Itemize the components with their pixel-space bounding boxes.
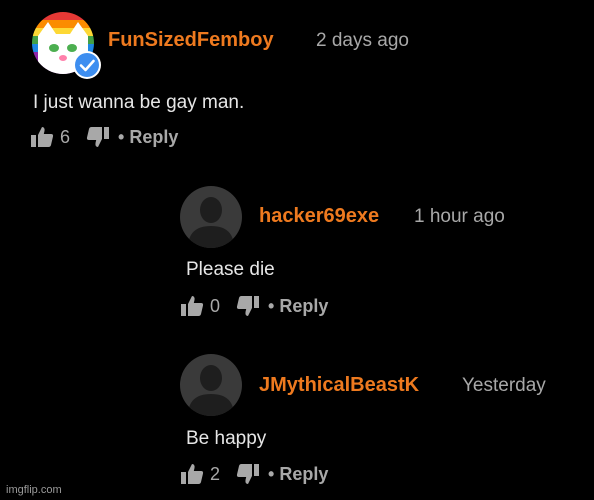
verified-check-icon	[73, 51, 101, 79]
user-avatar[interactable]	[180, 354, 242, 416]
thumbs-up-icon	[31, 127, 54, 147]
comment-actions: 2 • Reply	[180, 461, 328, 487]
reply-button[interactable]: • Reply	[118, 127, 178, 148]
dislike-button[interactable]	[86, 126, 110, 148]
default-user-avatar-icon	[180, 354, 242, 416]
thumbs-up-icon	[181, 296, 204, 316]
reply-button[interactable]: • Reply	[268, 296, 328, 317]
like-count: 0	[210, 295, 221, 316]
comment-actions: 0 • Reply	[180, 293, 328, 319]
comment-timestamp: 1 hour ago	[414, 206, 505, 227]
default-user-avatar-icon	[180, 186, 242, 248]
watermark: imgflip.com	[6, 484, 62, 496]
reply-button[interactable]: • Reply	[268, 464, 328, 485]
user-avatar[interactable]	[180, 186, 242, 248]
like-count: 6	[60, 126, 71, 147]
comment-timestamp: 2 days ago	[316, 30, 409, 51]
comment-text: Be happy	[186, 428, 267, 449]
dislike-button[interactable]	[236, 295, 260, 317]
thumbs-down-icon	[86, 127, 110, 147]
thumbs-up-icon	[181, 464, 204, 484]
comment-author[interactable]: JMythicalBeastK	[259, 374, 419, 397]
user-avatar[interactable]	[32, 12, 101, 79]
comment-author[interactable]: hacker69exe	[259, 205, 379, 228]
thumbs-down-icon	[236, 464, 260, 484]
dislike-button[interactable]	[236, 463, 260, 485]
comment-text: I just wanna be gay man.	[33, 92, 245, 113]
comment-actions: 6 • Reply	[30, 124, 178, 150]
comment-author[interactable]: FunSizedFemboy	[108, 29, 274, 52]
comment-timestamp: Yesterday	[462, 375, 546, 396]
comment-1: FunSizedFemboy 2 days ago I just wanna b…	[0, 0, 594, 160]
thumbs-down-icon	[236, 296, 260, 316]
comment-text: Please die	[186, 259, 275, 280]
comment-3: JMythicalBeastK Yesterday Be happy 2 • R…	[0, 330, 594, 500]
like-button[interactable]	[180, 463, 204, 485]
like-button[interactable]	[30, 126, 54, 148]
comment-2: hacker69exe 1 hour ago Please die 0 • Re…	[0, 160, 594, 330]
like-button[interactable]	[180, 295, 204, 317]
like-count: 2	[210, 463, 221, 484]
